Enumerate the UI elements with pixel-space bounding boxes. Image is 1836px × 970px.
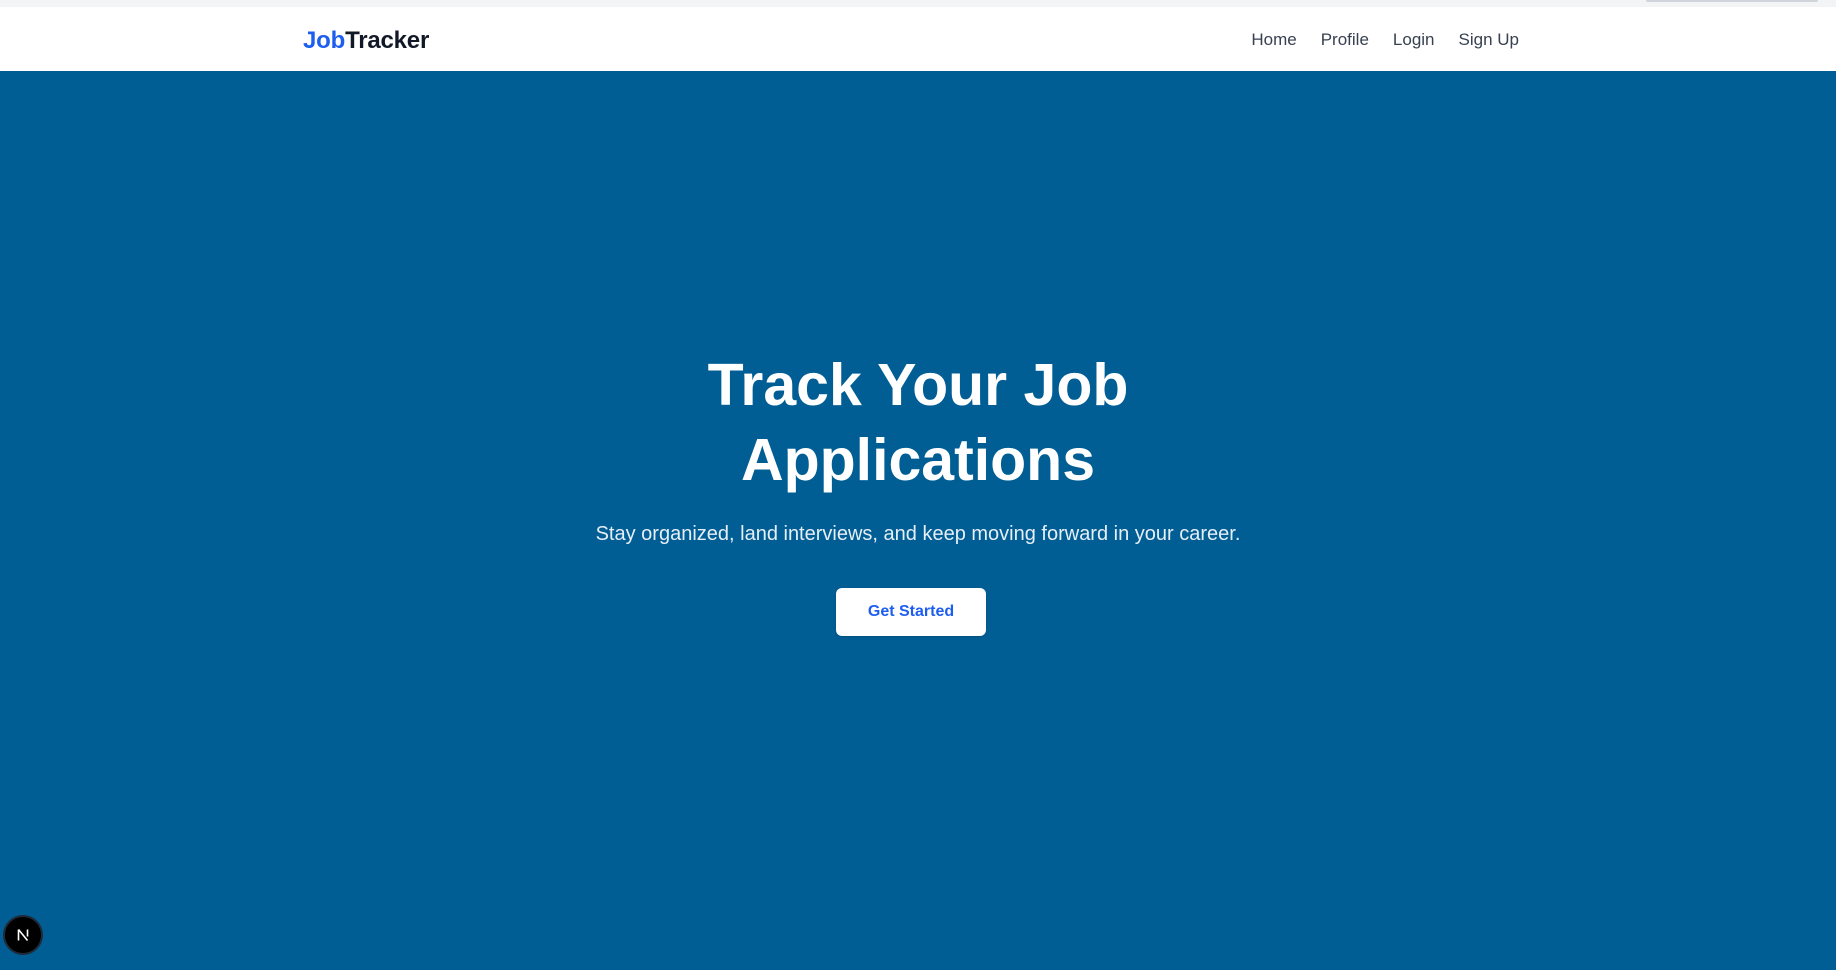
nextjs-logo-icon <box>17 928 29 942</box>
nav-home[interactable]: Home <box>1251 29 1296 51</box>
logo-part-tracker: Tracker <box>345 27 430 54</box>
nav-sign-up[interactable]: Sign Up <box>1459 29 1519 51</box>
get-started-button[interactable]: Get Started <box>836 588 986 636</box>
nav-profile[interactable]: Profile <box>1321 29 1369 51</box>
browser-top-strip <box>0 0 1836 7</box>
tab-hint <box>1646 0 1818 2</box>
hero-title-line-1: Track Your Job <box>707 352 1129 418</box>
site-header: JobTracker Home Profile Login Sign Up <box>0 7 1836 71</box>
main-nav: Home Profile Login Sign Up <box>1251 29 1519 51</box>
nav-login[interactable]: Login <box>1393 29 1435 51</box>
nextjs-dev-indicator[interactable] <box>5 917 41 953</box>
hero-subtitle: Stay organized, land interviews, and kee… <box>595 523 1241 545</box>
logo-link[interactable]: JobTracker <box>303 27 429 55</box>
hero-title-line-2: Applications <box>740 427 1096 493</box>
hero-title: Track Your Job Applications <box>0 348 1836 498</box>
logo-part-job: Job <box>303 27 346 54</box>
